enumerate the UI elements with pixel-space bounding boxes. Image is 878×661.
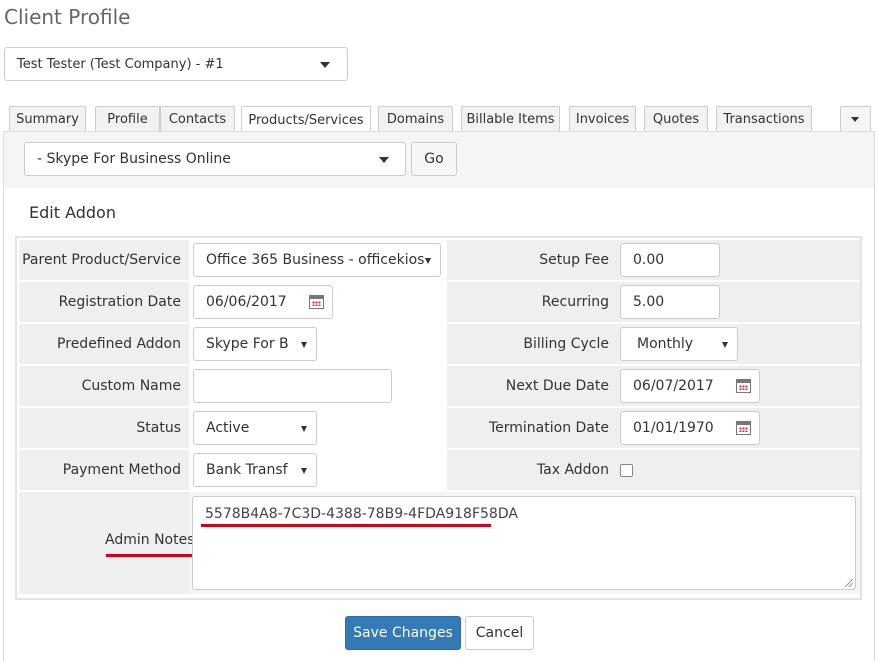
registration-date-input[interactable]: 06/06/2017 (193, 285, 333, 319)
client-select-value: Test Tester (Test Company) - #1 (17, 56, 224, 72)
next-due-date-value: 06/07/2017 (633, 378, 714, 394)
resize-grip-icon[interactable] (845, 579, 853, 587)
chevron-down-icon (301, 426, 307, 432)
form-row: Registration Date 06/06/2017 Recurring 5… (19, 282, 860, 322)
tax-addon-label: Tax Addon (536, 462, 609, 478)
chevron-down-icon (301, 342, 307, 348)
service-select-value: - Skype For Business Online (37, 151, 231, 167)
admin-notes-label: Admin Notes (105, 532, 195, 548)
client-tabs: Summary Profile Contacts Products/Servic… (9, 106, 875, 133)
status-select[interactable]: Active (193, 411, 317, 445)
predefined-addon-select[interactable]: Skype For B (193, 327, 317, 361)
service-select[interactable]: - Skype For Business Online (24, 142, 406, 176)
setup-fee-input[interactable]: 0.00 (620, 243, 720, 277)
chevron-down-icon (851, 117, 859, 122)
tab-transactions[interactable]: Transactions (716, 106, 812, 132)
termination-date-value: 01/01/1970 (633, 420, 714, 436)
admin-notes-value: 5578B4A8-7C3D-4388-78B9-4FDA918F58DA (205, 506, 518, 522)
parent-product-label: Parent Product/Service (22, 252, 181, 268)
tab-panel: - Skype For Business Online Go Edit Addo… (3, 131, 875, 661)
setup-fee-label: Setup Fee (539, 252, 609, 268)
save-changes-button[interactable]: Save Changes (345, 616, 461, 650)
tab-quotes[interactable]: Quotes (644, 106, 708, 132)
cancel-button[interactable]: Cancel (465, 616, 534, 650)
form-row: Parent Product/Service Office 365 Busine… (19, 240, 860, 280)
service-bar: - Skype For Business Online Go (4, 132, 874, 188)
parent-product-value: Office 365 Business - officekios (206, 252, 425, 268)
registration-date-label: Registration Date (58, 294, 181, 310)
form-row: Status Active Termination Date 01/01/197… (19, 408, 860, 448)
chevron-down-icon (320, 62, 330, 68)
admin-notes-value-highlight (201, 524, 491, 527)
calendar-icon[interactable] (736, 421, 751, 435)
payment-method-select[interactable]: Bank Transf (193, 453, 317, 487)
recurring-label: Recurring (541, 294, 609, 310)
recurring-input[interactable]: 5.00 (620, 285, 720, 319)
form-row: Custom Name Next Due Date 06/07/2017 (19, 366, 860, 406)
section-title: Edit Addon (29, 203, 116, 222)
termination-date-label: Termination Date (488, 420, 609, 436)
edit-addon-form: Parent Product/Service Office 365 Busine… (15, 236, 862, 600)
chevron-down-icon (301, 468, 307, 474)
recurring-value: 5.00 (633, 294, 665, 310)
custom-name-label: Custom Name (81, 378, 181, 394)
tab-invoices[interactable]: Invoices (569, 106, 636, 132)
predefined-addon-value: Skype For B (206, 336, 289, 352)
admin-notes-label-highlight (106, 554, 194, 557)
tab-products-services[interactable]: Products/Services (241, 106, 371, 133)
calendar-icon[interactable] (309, 295, 324, 309)
billing-cycle-label: Billing Cycle (523, 336, 609, 352)
status-value: Active (206, 420, 250, 436)
parent-product-select[interactable]: Office 365 Business - officekios (193, 243, 441, 277)
tab-billable-items[interactable]: Billable Items (461, 106, 560, 132)
payment-method-label: Payment Method (62, 462, 181, 478)
page-title: Client Profile (4, 5, 131, 29)
tab-summary[interactable]: Summary (9, 106, 86, 132)
custom-name-input[interactable] (193, 369, 392, 403)
chevron-down-icon (722, 342, 728, 348)
go-button[interactable]: Go (411, 142, 457, 176)
termination-date-input[interactable]: 01/01/1970 (620, 411, 760, 445)
next-due-date-input[interactable]: 06/07/2017 (620, 369, 760, 403)
client-select[interactable]: Test Tester (Test Company) - #1 (4, 47, 348, 81)
billing-cycle-value: Monthly (637, 336, 694, 352)
calendar-icon[interactable] (736, 379, 751, 393)
predefined-addon-label: Predefined Addon (57, 336, 181, 352)
form-row: Predefined Addon Skype For B Billing Cyc… (19, 324, 860, 364)
chevron-down-icon (379, 157, 389, 163)
tab-contacts[interactable]: Contacts (160, 106, 235, 132)
next-due-date-label: Next Due Date (505, 378, 609, 394)
registration-date-value: 06/06/2017 (206, 294, 287, 310)
tab-domains[interactable]: Domains (378, 106, 453, 132)
payment-method-value: Bank Transf (206, 462, 288, 478)
billing-cycle-select[interactable]: Monthly (620, 327, 738, 361)
tab-profile[interactable]: Profile (95, 106, 160, 132)
more-tabs-button[interactable] (840, 106, 871, 132)
chevron-down-icon (425, 258, 431, 264)
admin-notes-textarea[interactable]: 5578B4A8-7C3D-4388-78B9-4FDA918F58DA (192, 496, 856, 590)
status-label: Status (136, 420, 181, 436)
tax-addon-checkbox[interactable] (620, 464, 633, 477)
form-row: Payment Method Bank Transf Tax Addon (19, 450, 860, 490)
setup-fee-value: 0.00 (633, 252, 665, 268)
